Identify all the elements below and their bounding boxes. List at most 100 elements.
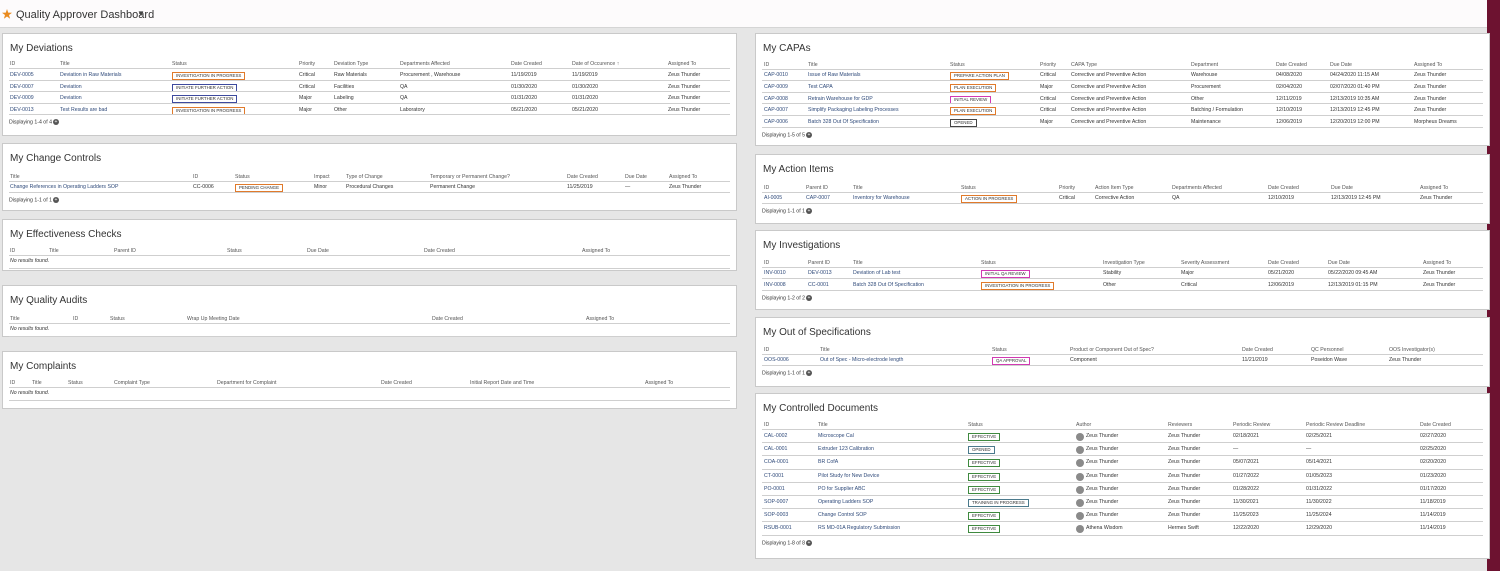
column-header[interactable]: Type of Change bbox=[346, 174, 383, 180]
column-header[interactable]: Status bbox=[968, 422, 983, 428]
row-link[interactable]: Deviation bbox=[60, 84, 82, 90]
column-header[interactable]: Assigned To bbox=[1423, 260, 1451, 266]
row-link[interactable]: Change References in Operating Ladders S… bbox=[10, 184, 118, 190]
row-link[interactable]: Deviation bbox=[60, 95, 82, 101]
column-header[interactable]: Assigned To bbox=[669, 174, 697, 180]
column-header[interactable]: QC Personnel bbox=[1311, 347, 1344, 353]
row-link[interactable]: Batch 328 Out Of Specification bbox=[808, 119, 879, 125]
column-header[interactable]: Due Date bbox=[1331, 185, 1353, 191]
table-row[interactable]: CT-0001 Pilot Study for New Device EFFECTI… bbox=[756, 470, 1491, 481]
table-row[interactable]: CAL-0001 Extruder 123 Calibration OPENED Ze… bbox=[756, 443, 1491, 455]
column-header[interactable]: Product or Component Out of Spec? bbox=[1070, 347, 1154, 353]
column-header[interactable]: Date Created bbox=[424, 248, 455, 254]
row-link[interactable]: CAP-0007 bbox=[764, 107, 788, 113]
column-header[interactable]: Date Created bbox=[1268, 260, 1299, 266]
row-link[interactable]: BR CofA bbox=[818, 459, 838, 465]
column-header[interactable]: Due Date bbox=[625, 174, 647, 180]
column-header[interactable]: Priority bbox=[299, 61, 315, 67]
row-link[interactable]: Simplify Packaging Labeling Processes bbox=[808, 107, 899, 113]
row-link[interactable]: DEV-0013 bbox=[808, 270, 832, 276]
row-link[interactable]: Batch 328 Out Of Specification bbox=[853, 282, 924, 288]
row-link[interactable]: DEV-0005 bbox=[10, 72, 34, 78]
column-header[interactable]: Assigned To bbox=[586, 316, 614, 322]
table-row[interactable]: CAL-0002 Microscope Cal EFFECTIVE Zeus Thun… bbox=[756, 430, 1491, 441]
table-row[interactable]: DEV-0013 Test Results are bad INVESTIGATIO… bbox=[3, 104, 738, 115]
column-header[interactable]: Due Date bbox=[1330, 62, 1352, 68]
table-row[interactable]: INV-0008 CC-0001 Batch 328 Out Of Specific… bbox=[756, 279, 1491, 290]
plus-circle-icon[interactable]: + bbox=[805, 295, 812, 301]
row-link[interactable]: DEV-0013 bbox=[10, 107, 34, 113]
column-header[interactable]: OOS Investigator(s) bbox=[1389, 347, 1435, 353]
row-link[interactable]: Retrain Warehouse for GDP bbox=[808, 96, 873, 102]
column-header[interactable]: Date Created bbox=[1420, 422, 1451, 428]
column-header[interactable]: Date of Occurence ↑ bbox=[572, 61, 619, 67]
column-header[interactable]: Deviation Type bbox=[334, 61, 368, 67]
table-row[interactable]: CAP-0006 Batch 328 Out Of Specification OP… bbox=[756, 116, 1491, 128]
column-header[interactable]: Title bbox=[820, 347, 830, 353]
column-header[interactable]: Due Date bbox=[307, 248, 329, 254]
chevron-down-icon[interactable]: ▼ bbox=[137, 9, 145, 18]
column-header[interactable]: CAPA Type bbox=[1071, 62, 1097, 68]
column-header[interactable]: Title bbox=[853, 185, 863, 191]
column-header[interactable]: Status bbox=[961, 185, 976, 191]
column-header[interactable]: Department for Complaint bbox=[217, 380, 276, 386]
column-header[interactable]: Status bbox=[68, 380, 83, 386]
column-header[interactable]: Initial Report Date and Time bbox=[470, 380, 534, 386]
column-header[interactable]: Periodic Review Deadline bbox=[1306, 422, 1365, 428]
table-row[interactable]: Change References in Operating Ladders S… bbox=[3, 181, 738, 192]
column-header[interactable]: Title bbox=[808, 62, 818, 68]
column-header[interactable]: Impact bbox=[314, 174, 330, 180]
column-header[interactable]: ID bbox=[764, 422, 769, 428]
column-header[interactable]: Date Created bbox=[1268, 185, 1299, 191]
dashboard-title[interactable]: Quality Approver Dashboard bbox=[16, 9, 154, 21]
table-row[interactable]: COA-0001 BR CofA EFFECTIVE Zeus Thunder Zeus… bbox=[756, 456, 1491, 468]
column-header[interactable]: Assigned To bbox=[645, 380, 673, 386]
table-row[interactable]: DEV-0009 Deviation INITIATE FURTHER ACTION… bbox=[3, 92, 738, 103]
column-header[interactable]: Date Created bbox=[567, 174, 598, 180]
row-link[interactable]: Extruder 123 Calibration bbox=[818, 446, 874, 452]
column-header[interactable]: Parent ID bbox=[806, 185, 828, 191]
row-link[interactable]: Microscope Cal bbox=[818, 433, 854, 439]
row-link[interactable]: Operating Ladders SOP bbox=[818, 499, 873, 505]
column-header[interactable]: Assigned To bbox=[1414, 62, 1442, 68]
row-link[interactable]: Test Results are bad bbox=[60, 107, 107, 113]
column-header[interactable]: Severity Assessment bbox=[1181, 260, 1229, 266]
column-header[interactable]: Assigned To bbox=[582, 248, 610, 254]
column-header[interactable]: Priority bbox=[1040, 62, 1056, 68]
column-header[interactable]: Date Created bbox=[511, 61, 542, 67]
plus-circle-icon[interactable]: + bbox=[52, 119, 59, 125]
row-link[interactable]: Test CAPA bbox=[808, 84, 833, 90]
row-link[interactable]: Deviation of Lab test bbox=[853, 270, 900, 276]
column-header[interactable]: Due Date bbox=[1328, 260, 1350, 266]
table-row[interactable]: CAP-0008 Retrain Warehouse for GDP INITIAL… bbox=[756, 93, 1491, 104]
row-link[interactable]: Change Control SOP bbox=[818, 512, 867, 518]
table-row[interactable]: CAP-0010 Issue of Raw Materials PREPARE AC… bbox=[756, 69, 1491, 80]
table-row[interactable]: SOP-0003 Change Control SOP EFFECTIVE Zeus … bbox=[756, 509, 1491, 521]
plus-circle-icon[interactable]: + bbox=[805, 539, 812, 546]
column-header[interactable]: Title bbox=[10, 174, 20, 180]
column-header[interactable]: ID bbox=[764, 62, 769, 68]
column-header[interactable]: Parent ID bbox=[808, 260, 830, 266]
row-link[interactable]: RS MD-01A Regulatory Submission bbox=[818, 525, 900, 531]
column-header[interactable]: ID bbox=[764, 347, 769, 353]
column-header[interactable]: Wrap Up Meeting Date bbox=[187, 316, 240, 322]
plus-circle-icon[interactable]: + bbox=[805, 207, 812, 214]
table-row[interactable]: PO-0001 PO for Supplier ABC EFFECTIVE Zeus … bbox=[756, 483, 1491, 494]
column-header[interactable]: Assigned To bbox=[668, 61, 696, 67]
row-link[interactable]: CAL-0002 bbox=[764, 433, 787, 439]
sort-up-arrow-icon[interactable]: ↑ bbox=[615, 61, 620, 67]
row-link[interactable]: CAP-0007 bbox=[806, 195, 830, 201]
row-link[interactable]: CAP-0006 bbox=[764, 119, 788, 125]
column-header[interactable]: Priority bbox=[1059, 185, 1075, 191]
row-link[interactable]: OOS-0006 bbox=[764, 357, 789, 363]
column-header[interactable]: Date Created bbox=[1242, 347, 1273, 353]
table-row[interactable]: SOP-0007 Operating Ladders SOP TRAINING IN… bbox=[756, 496, 1491, 507]
row-link[interactable]: CC-0001 bbox=[808, 282, 829, 288]
row-link[interactable]: CAP-0009 bbox=[764, 84, 788, 90]
row-link[interactable]: DEV-0009 bbox=[10, 95, 34, 101]
column-header[interactable]: Temporary or Permanent Change? bbox=[430, 174, 510, 180]
column-header[interactable]: ID bbox=[764, 260, 769, 266]
row-link[interactable]: PO-0001 bbox=[764, 486, 785, 492]
column-header[interactable]: ID bbox=[193, 174, 198, 180]
column-header[interactable]: Status bbox=[235, 174, 250, 180]
